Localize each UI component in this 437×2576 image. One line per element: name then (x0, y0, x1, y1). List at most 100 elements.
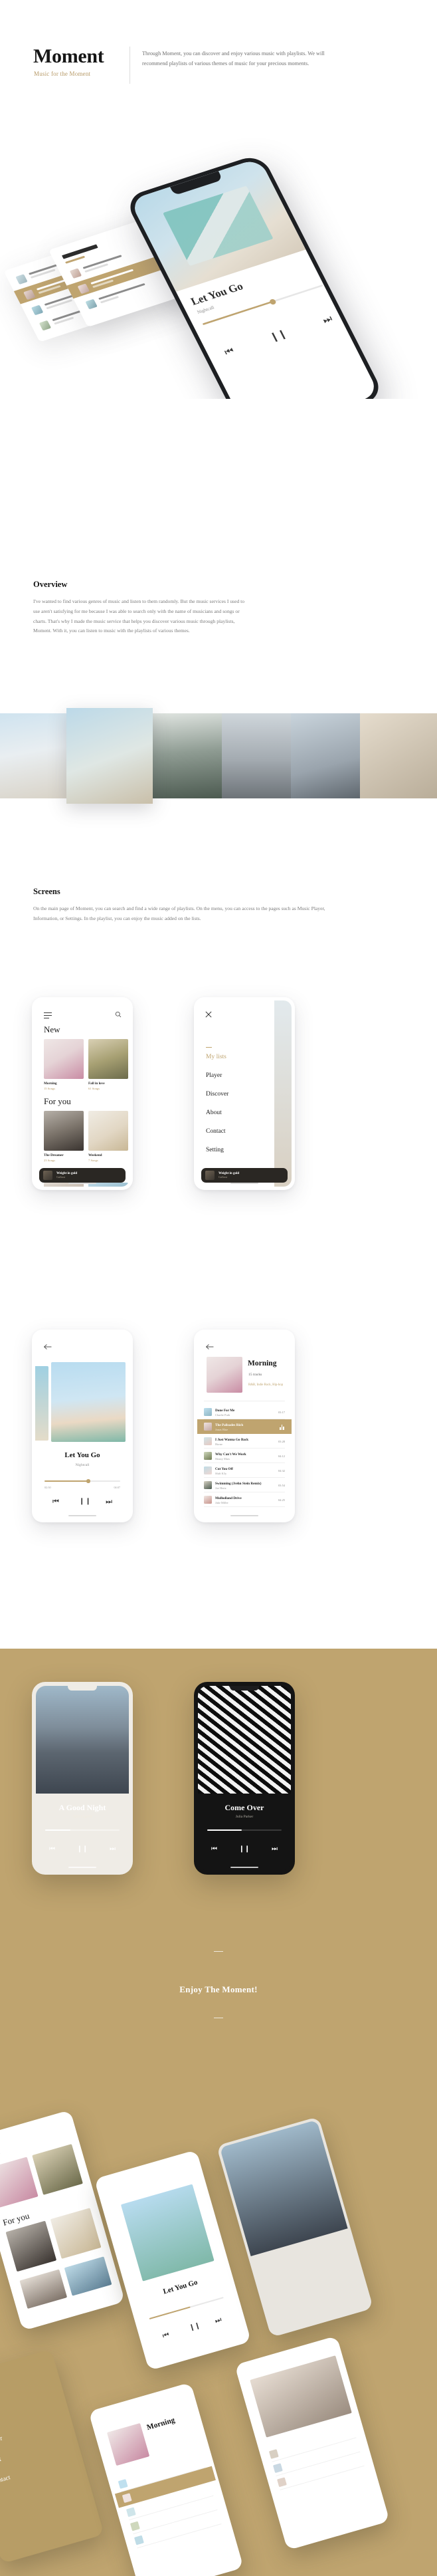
track-row[interactable]: Swimming (Jrehn Stein Remix) Joe Hertz 0… (197, 1478, 292, 1492)
playlist-card-image[interactable] (44, 1039, 84, 1079)
mini-player-artwork (205, 1171, 215, 1180)
phone-big-player-light: A Good Night John Legend ⏮ ❙❙ ⏭ (32, 1682, 133, 1875)
track-row[interactable]: Why Can't We Work Skizzy Mars 04:12 (197, 1449, 292, 1463)
previous-icon[interactable]: ⏮ (49, 1845, 55, 1853)
big-player-progress-bar[interactable] (207, 1829, 282, 1831)
now-playing-equalizer-icon (280, 1425, 284, 1430)
mini-player-artwork (43, 1171, 52, 1180)
home-indicator (230, 1867, 258, 1868)
playlist-card-image[interactable] (5, 2220, 57, 2272)
track-row[interactable]: Cut You Off Shift K3y 04:32 (197, 1463, 292, 1478)
pause-icon[interactable]: ❙❙ (189, 2322, 201, 2332)
track-artwork (204, 1496, 212, 1504)
bottom-collage: New For you Let You Go ⏮ ❙❙ ⏭ Discover A… (0, 2081, 437, 2576)
track-artist: Charlie Puth (215, 1413, 230, 1417)
playlist-card-image[interactable] (64, 2256, 112, 2296)
playlist-card-image[interactable] (88, 1039, 128, 1079)
playlist-card-image[interactable] (44, 1111, 84, 1151)
playlist-card-image[interactable] (50, 2208, 102, 2259)
home-indicator (68, 1515, 96, 1516)
big-player-artist: John Legend (72, 1815, 92, 1819)
playlist-card-image[interactable] (19, 2269, 68, 2309)
notch (68, 1000, 97, 1005)
next-icon[interactable]: ⏭ (272, 1845, 278, 1853)
screens-body: On the main page of Moment, you can sear… (33, 905, 325, 921)
previous-icon[interactable]: ⏮ (211, 1845, 217, 1853)
track-title: Cut You Off (215, 1466, 233, 1471)
pause-icon[interactable]: ❙❙ (77, 1845, 88, 1853)
player-progress-bar[interactable] (44, 1480, 120, 1482)
mini-player[interactable]: Weight in gold Gallant (39, 1168, 126, 1183)
menu-item-discover[interactable]: Discover (0, 2435, 3, 2448)
big-player-progress-bar[interactable] (45, 1829, 120, 1831)
playlist-card-image[interactable] (0, 2157, 39, 2208)
playlist-card-title: The Dreamer (44, 1153, 64, 1157)
mini-player-artist: Gallant (218, 1175, 227, 1179)
track-artwork (204, 1481, 212, 1489)
big-player-transport[interactable]: ⏮ ❙❙ ⏭ (211, 1845, 278, 1853)
menu-item-about[interactable]: About (206, 1110, 222, 1116)
track-row[interactable]: Mulholland Drive Jake Miller 04:25 (197, 1492, 292, 1507)
strip-image-1 (0, 713, 73, 798)
next-icon[interactable]: ⏭ (106, 1498, 112, 1506)
playlist-genre-tags: R&B, Indie Rock, Hip-hop (248, 1383, 284, 1387)
player-remaining-time: 04:07 (114, 1486, 120, 1489)
notch (68, 1686, 97, 1691)
menu-item-about[interactable]: About (0, 2456, 2, 2467)
track-title: Mulholland Drive (215, 1496, 242, 1500)
back-arrow-icon[interactable] (43, 1344, 52, 1350)
home-indicator (230, 1515, 258, 1516)
player-track-title: Let You Go (64, 1451, 100, 1459)
playlist-card-image[interactable] (88, 1111, 128, 1151)
menu-item-my-lists[interactable]: My lists (206, 1054, 226, 1060)
search-icon[interactable] (115, 1011, 122, 1018)
playlist-name: Morning (248, 1359, 277, 1367)
playlist-name: Morning (145, 2416, 176, 2432)
phone-player-screen: Let You Go Nightcall 02:30 04:07 ⏮ ❙❙ ⏭ (32, 1330, 133, 1522)
hamburger-icon[interactable] (44, 1012, 52, 1020)
back-arrow-icon[interactable] (205, 1344, 215, 1350)
menu-item-contact[interactable]: Contact (0, 2474, 11, 2486)
big-player-transport[interactable]: ⏮ ❙❙ ⏭ (49, 1845, 116, 1853)
track-row[interactable]: Done For Me Charlie Puth 03:17 (197, 1405, 292, 1419)
next-icon[interactable]: ⏭ (214, 2315, 222, 2325)
page-title: Moment (33, 45, 104, 67)
playlist-card-title: Morning (44, 1082, 57, 1086)
strip-image-5 (291, 713, 360, 798)
next-icon[interactable]: ⏭ (321, 313, 334, 326)
playlist-card-image[interactable] (32, 2144, 83, 2195)
hero-transport[interactable]: ⏮ ❙❙ ⏭ (222, 313, 334, 358)
album-art (219, 2119, 348, 2257)
menu-item-discover[interactable]: Discover (206, 1091, 228, 1098)
mini-player[interactable]: Weight in gold Gallant (201, 1168, 288, 1183)
track-duration: 03:17 (278, 1410, 285, 1414)
menu-item-player[interactable]: Player (206, 1072, 222, 1079)
player-track-artist: Nightcall (75, 1463, 90, 1467)
track-artist: Shift K3y (215, 1472, 227, 1475)
collage-phone-playlist: Morning (88, 2382, 244, 2576)
track-row[interactable]: I Just Wanna Go Back Horne 03:28 (197, 1434, 292, 1449)
menu-item-contact[interactable]: Contact (206, 1128, 226, 1135)
previous-icon[interactable]: ⏮ (52, 1498, 59, 1506)
portfolio-page: Moment Music for the Moment Through Mome… (0, 0, 437, 2576)
track-artist: Horne (215, 1443, 222, 1446)
previous-icon[interactable]: ⏮ (161, 2331, 170, 2341)
pause-icon[interactable]: ❙❙ (239, 1845, 250, 1853)
track-row[interactable]: The Palisades Rich Jonas Blue (197, 1419, 292, 1434)
track-artwork (204, 1408, 212, 1416)
phone-big-player-dark: Come Over Julia Parker ⏮ ❙❙ ⏭ (194, 1682, 295, 1875)
pause-icon[interactable]: ❙❙ (268, 328, 289, 343)
previous-icon[interactable]: ⏮ (222, 345, 236, 358)
menu-item-setting[interactable]: Setting (206, 1147, 224, 1153)
phone-main-screen: New Morning 15 Songs Fall in love 61 Son… (32, 997, 133, 1190)
playlist-cover-art (207, 1357, 242, 1393)
close-icon[interactable] (205, 1011, 212, 1018)
next-icon[interactable]: ⏭ (110, 1845, 116, 1853)
carousel-prev-art[interactable] (35, 1366, 48, 1441)
pause-icon[interactable]: ❙❙ (79, 1498, 92, 1505)
page-subtitle: Music for the Moment (34, 70, 91, 77)
player-progress-knob[interactable] (86, 1479, 90, 1483)
player-progress-bar[interactable] (149, 2297, 224, 2320)
track-title: I Just Wanna Go Back (215, 1437, 249, 1442)
album-art (36, 1686, 129, 1794)
